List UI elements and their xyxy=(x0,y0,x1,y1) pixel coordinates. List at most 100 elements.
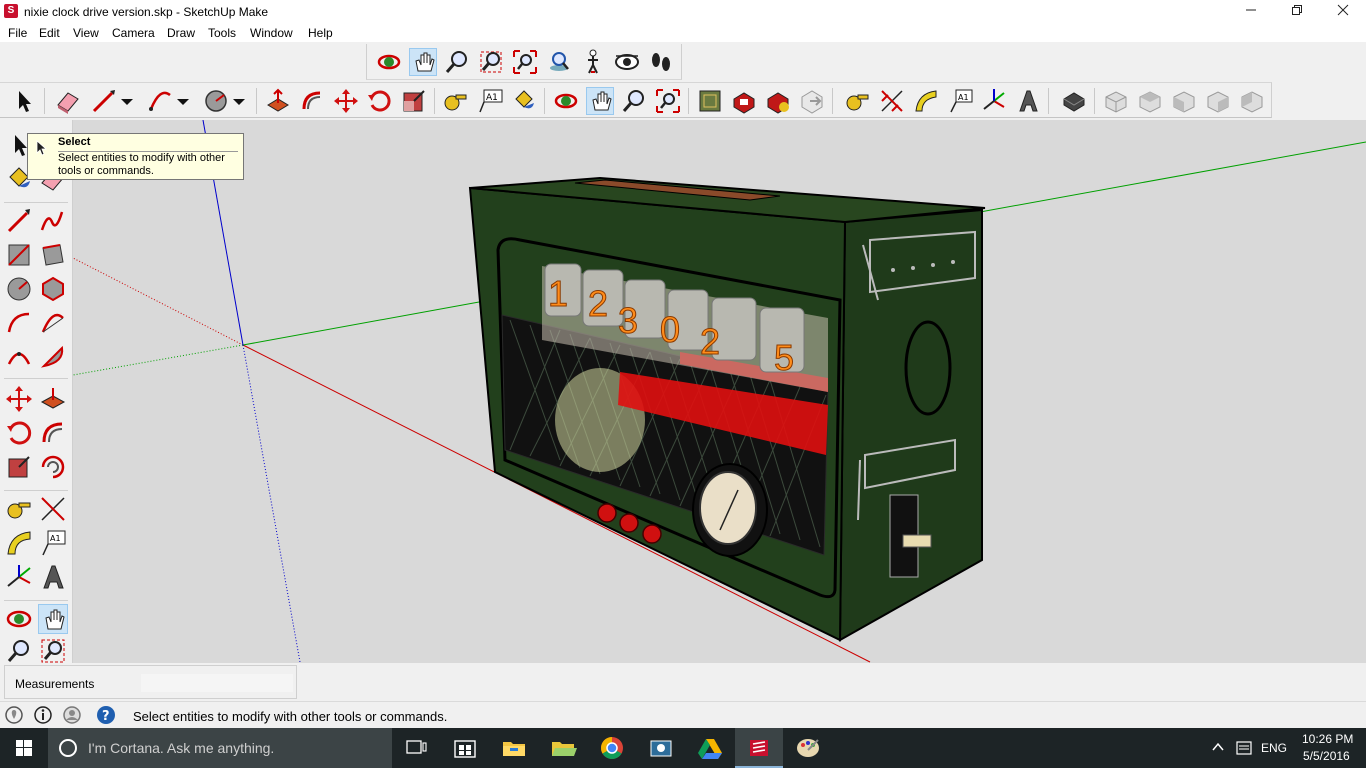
left-two-point-arc-button[interactable] xyxy=(38,308,68,338)
left-3d-text-button[interactable] xyxy=(38,562,68,592)
top-view-button[interactable] xyxy=(1136,87,1164,115)
store-button[interactable] xyxy=(441,728,489,768)
left-scale-button[interactable] xyxy=(4,452,34,482)
model-viewport[interactable]: 1 2 3 0 2 5 xyxy=(73,120,1366,663)
zoom-button-2[interactable] xyxy=(620,87,648,115)
left-move-button[interactable] xyxy=(4,384,34,414)
help-button[interactable]: ? xyxy=(96,705,116,725)
3d-warehouse-button[interactable] xyxy=(696,87,724,115)
measurements-input[interactable] xyxy=(141,674,293,692)
left-zoom-window-button[interactable] xyxy=(38,636,68,666)
look-around-button[interactable] xyxy=(613,48,641,76)
zoom-window-button[interactable] xyxy=(477,48,505,76)
3d-text-tool-button[interactable] xyxy=(1014,87,1042,115)
minimize-button[interactable] xyxy=(1228,0,1274,24)
chrome-button[interactable] xyxy=(588,728,636,768)
left-rotate-button[interactable] xyxy=(4,418,34,448)
left-tape-measure-button[interactable] xyxy=(4,494,34,524)
back-view-button[interactable] xyxy=(1238,87,1266,115)
credits-button[interactable] xyxy=(33,705,53,725)
rotate-button[interactable] xyxy=(366,87,394,115)
scale-button[interactable] xyxy=(400,87,428,115)
iso-view-button[interactable] xyxy=(1102,87,1130,115)
left-polygon-button[interactable] xyxy=(38,274,68,304)
menu-edit[interactable]: Edit xyxy=(39,26,60,40)
menu-draw[interactable]: Draw xyxy=(167,26,195,40)
menu-view[interactable]: View xyxy=(73,26,99,40)
select-button[interactable] xyxy=(10,87,38,115)
left-line-button[interactable] xyxy=(4,206,34,236)
left-circle-button[interactable] xyxy=(4,274,34,304)
front-view-button[interactable] xyxy=(1170,87,1198,115)
orbit-button[interactable] xyxy=(375,48,403,76)
left-follow-me-button[interactable] xyxy=(38,418,68,448)
dimensions-button[interactable] xyxy=(878,87,906,115)
left-rotated-rectangle-button[interactable] xyxy=(38,240,68,270)
tape-measure-button-2[interactable] xyxy=(844,87,872,115)
protractor-button[interactable] xyxy=(912,87,940,115)
menu-window[interactable]: Window xyxy=(250,26,293,40)
menu-tools[interactable]: Tools xyxy=(208,26,236,40)
orbit-button-2[interactable] xyxy=(552,87,580,115)
text-button[interactable]: A1 xyxy=(476,87,504,115)
right-view-button[interactable] xyxy=(1204,87,1232,115)
maximize-button[interactable] xyxy=(1274,0,1320,24)
user-account-button[interactable] xyxy=(62,705,82,725)
left-three-point-arc-button[interactable] xyxy=(4,342,34,372)
left-protractor-button[interactable] xyxy=(4,528,34,558)
circle-dropdown[interactable] xyxy=(230,87,248,115)
left-freehand-button[interactable] xyxy=(38,206,68,236)
axes-button[interactable] xyxy=(980,87,1008,115)
pan-button-2[interactable] xyxy=(586,87,614,115)
google-drive-button[interactable] xyxy=(686,728,734,768)
eraser-button[interactable] xyxy=(54,87,82,115)
share-model-button[interactable] xyxy=(798,87,826,115)
position-camera-button[interactable] xyxy=(545,48,573,76)
line-button[interactable] xyxy=(90,87,118,115)
close-button[interactable] xyxy=(1320,0,1366,24)
paint-button[interactable] xyxy=(784,728,832,768)
left-offset-button[interactable] xyxy=(38,452,68,482)
clock-time[interactable]: 10:26 PM xyxy=(1302,732,1353,746)
arc-button[interactable] xyxy=(146,87,174,115)
pan-button[interactable] xyxy=(409,48,437,76)
extension-warehouse-button[interactable] xyxy=(730,87,758,115)
left-pan-button[interactable] xyxy=(38,604,68,634)
arc-dropdown[interactable] xyxy=(174,87,192,115)
menu-help[interactable]: Help xyxy=(308,26,333,40)
start-button[interactable] xyxy=(0,728,48,768)
paint-bucket-button[interactable] xyxy=(510,87,538,115)
left-axes-button[interactable] xyxy=(4,562,34,592)
folder-button[interactable] xyxy=(539,728,587,768)
left-zoom-button[interactable] xyxy=(4,636,34,666)
walk-button[interactable] xyxy=(579,48,607,76)
tape-measure-button[interactable] xyxy=(442,87,470,115)
zoom-extents-button-2[interactable] xyxy=(654,87,682,115)
menu-file[interactable]: File xyxy=(8,26,27,40)
left-orbit-button[interactable] xyxy=(4,604,34,634)
zoom-button[interactable] xyxy=(443,48,471,76)
left-push-pull-button[interactable] xyxy=(38,384,68,414)
3d-text-button[interactable]: A1 xyxy=(946,87,974,115)
left-dimensions-button[interactable] xyxy=(38,494,68,524)
action-center[interactable] xyxy=(1236,740,1252,759)
left-text-button[interactable]: A1 xyxy=(38,528,68,558)
task-view-button[interactable] xyxy=(392,728,440,768)
sketchup-taskbar-button[interactable] xyxy=(735,728,783,768)
menu-camera[interactable]: Camera xyxy=(112,26,155,40)
move-button[interactable] xyxy=(332,87,360,115)
zoom-extents-button[interactable] xyxy=(511,48,539,76)
camera-app-button[interactable] xyxy=(637,728,685,768)
left-rectangle-button[interactable] xyxy=(4,240,34,270)
language-indicator[interactable]: ENG xyxy=(1261,741,1287,755)
tray-chevron[interactable] xyxy=(1211,740,1225,757)
footprints-button[interactable] xyxy=(647,48,675,76)
left-pie-button[interactable] xyxy=(38,342,68,372)
follow-me-button[interactable] xyxy=(298,87,326,115)
layout-button[interactable] xyxy=(764,87,792,115)
sketchup-logo-icon[interactable]: S xyxy=(4,4,18,18)
left-arc-button[interactable] xyxy=(4,308,34,338)
circle-button[interactable] xyxy=(202,87,230,115)
clock-date[interactable]: 5/5/2016 xyxy=(1303,749,1350,763)
geo-location-button[interactable] xyxy=(4,705,24,725)
